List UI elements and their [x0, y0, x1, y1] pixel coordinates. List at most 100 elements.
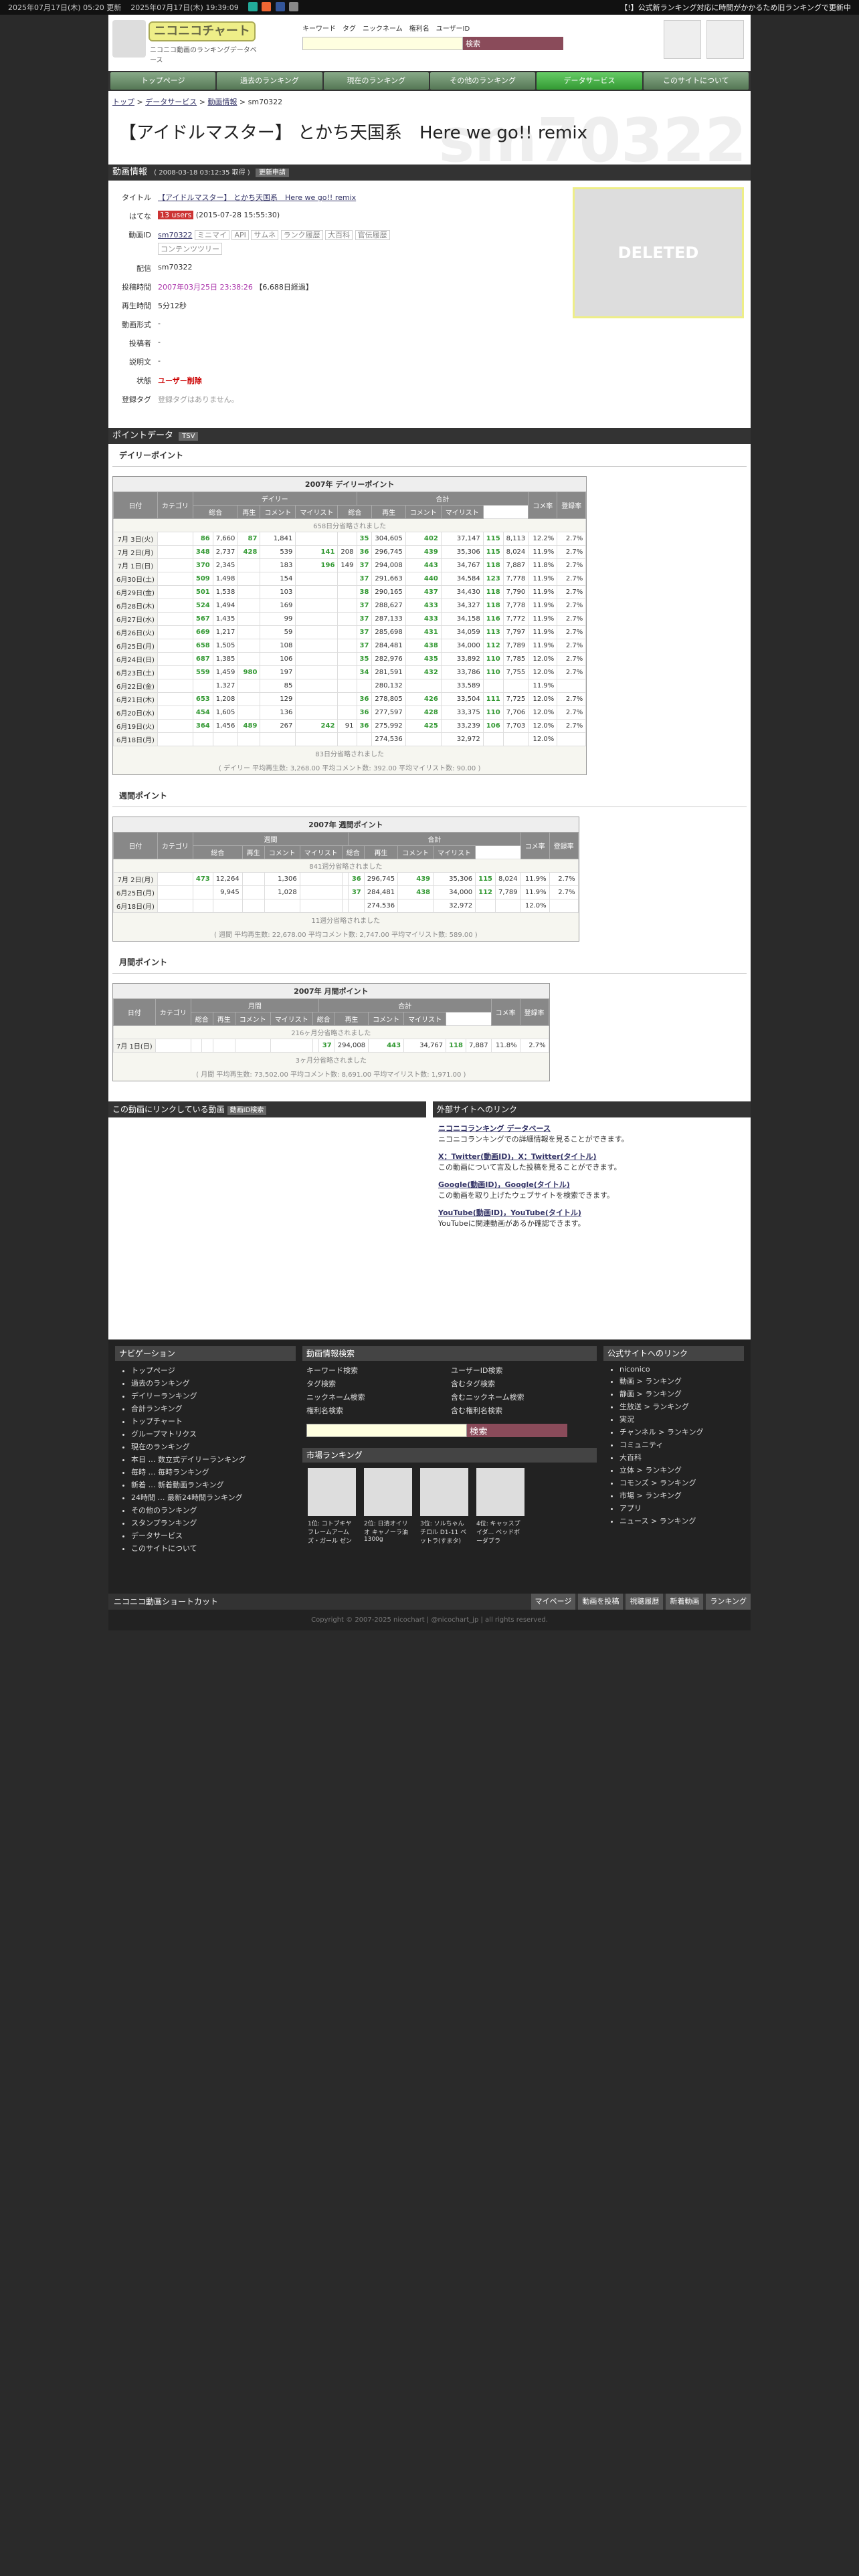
cell-0[interactable]: 6月23日(土) [113, 665, 158, 679]
official-link[interactable]: コモンズ > ランキング [619, 1477, 744, 1488]
search-type-link[interactable]: 含むニックネーム検索 [451, 1392, 593, 1402]
tsv-button[interactable]: TSV [179, 432, 199, 441]
notice-text[interactable]: 【!】公式新ランキング対応に時間がかかるため旧ランキングで更新中 [620, 2, 851, 13]
search-type-link[interactable]: キーワード検索 [306, 1365, 448, 1376]
official-link[interactable]: niconico [619, 1365, 744, 1374]
id-tag-api[interactable]: API [231, 230, 249, 240]
nav-item[interactable]: データサービス [131, 1530, 296, 1541]
nav-current-ranking[interactable]: 現在のランキング [323, 72, 429, 90]
header-thumb-1[interactable] [664, 20, 701, 59]
video-title-link[interactable]: 【アイドルマスター】 とかち天国系 Here we go!! remix [158, 193, 356, 202]
search-kind-rights[interactable]: 権利名 [409, 23, 430, 33]
market-item[interactable]: 4位: キャッスプ イダ... ベッドポーダブラ [476, 1468, 524, 1545]
search-kind-nickname[interactable]: ニックネーム [363, 23, 403, 33]
nav-item[interactable]: トップチャート [131, 1416, 296, 1426]
cell-0[interactable]: 6月19日(火) [113, 719, 158, 733]
cell-0[interactable]: 6月25日(月) [113, 639, 158, 653]
footer-search-button[interactable]: 検索 [467, 1424, 567, 1437]
link-icon[interactable] [289, 1, 299, 11]
cell-0[interactable]: 6月22日(金) [113, 679, 158, 693]
cell-0[interactable]: 6月20日(水) [113, 706, 158, 720]
nav-item[interactable]: その他のランキング [131, 1505, 296, 1515]
official-link[interactable]: ニュース > ランキング [619, 1515, 744, 1526]
id-tag-minimai[interactable]: ミニマイ [194, 230, 229, 240]
video-id-search-button[interactable]: 動画ID検索 [227, 1106, 267, 1115]
hatena-users-badge[interactable]: 13 users [158, 211, 194, 219]
shortcut-link[interactable]: 新着動画 [666, 1594, 704, 1610]
search-button[interactable]: 検索 [463, 37, 563, 50]
hatena-icon[interactable] [275, 1, 285, 11]
cell-0[interactable]: 6月28日(木) [113, 599, 158, 613]
cell-0[interactable]: 6月27日(水) [113, 612, 158, 626]
video-thumbnail[interactable]: DELETED [573, 187, 744, 318]
nav-item[interactable]: 24時間 … 最新24時間ランキング [131, 1492, 296, 1503]
id-tag-thumb[interactable]: サムネ [251, 230, 279, 240]
nav-item[interactable]: トップページ [131, 1365, 296, 1376]
nav-item[interactable]: 本日 … 数立式デイリーランキング [131, 1454, 296, 1465]
breadcrumb-video-info[interactable]: 動画情報 [207, 98, 237, 106]
official-link[interactable]: 立体 > ランキング [619, 1465, 744, 1475]
search-input[interactable] [302, 37, 463, 50]
ext-link-twitter[interactable]: X：Twitter(動画ID)，X：Twitter(タイトル) [438, 1152, 597, 1161]
id-tag-content-tree[interactable]: コンテンツツリー [158, 243, 222, 255]
footer-search-input[interactable] [306, 1424, 467, 1437]
shortcut-link[interactable]: マイページ [531, 1594, 576, 1610]
id-tag-encyclopedia[interactable]: 大百科 [325, 230, 353, 240]
nav-top[interactable]: トップページ [110, 72, 216, 90]
nav-data-service[interactable]: データサービス [537, 72, 642, 90]
nav-item[interactable]: 毎時 … 毎時ランキング [131, 1467, 296, 1477]
market-item[interactable]: 1位: コトブキヤ フレームアームズ・ガール ゼン [308, 1468, 356, 1545]
cell-0[interactable]: 7月 3日(火) [113, 532, 158, 546]
cell-0[interactable]: 6月25日(月) [113, 885, 158, 899]
ext-link-youtube[interactable]: YouTube(動画ID)，YouTube(タイトル) [438, 1208, 581, 1217]
nav-item[interactable]: 新着 … 新着動画ランキング [131, 1479, 296, 1490]
nav-item[interactable]: グループマトリクス [131, 1428, 296, 1439]
official-link[interactable]: 実況 [619, 1414, 744, 1424]
search-type-link[interactable]: 含む権利名検索 [451, 1405, 593, 1416]
rss-icon[interactable] [262, 1, 272, 11]
nav-item[interactable]: 合計ランキング [131, 1403, 296, 1414]
cell-0[interactable]: 7月 2日(月) [113, 872, 158, 886]
ext-link-google[interactable]: Google(動画ID)，Google(タイトル) [438, 1180, 570, 1189]
nav-item[interactable]: このサイトについて [131, 1543, 296, 1553]
nav-item[interactable]: 過去のランキング [131, 1378, 296, 1388]
id-tag-ad-history[interactable]: 官伝履歴 [355, 230, 390, 240]
search-kind-keyword[interactable]: キーワード [302, 23, 336, 33]
cell-0[interactable]: 7月 2日(月) [113, 545, 158, 559]
update-request-button[interactable]: 更新申請 [255, 169, 289, 177]
market-item[interactable]: 2位: 日清オイリオ キャノーラ油 1300g [364, 1468, 412, 1545]
search-kind-tag[interactable]: タグ [343, 23, 356, 33]
cell-0[interactable]: 6月30日(土) [113, 572, 158, 586]
search-type-link[interactable]: ニックネーム検索 [306, 1392, 448, 1402]
ext-link-nicorank[interactable]: ニコニコランキング データベース [438, 1124, 551, 1133]
cell-0[interactable]: 6月24日(日) [113, 652, 158, 666]
market-item[interactable]: 3位: ソルちゃん チロル D1-11 ベットラ(すまタ) [420, 1468, 468, 1545]
cell-0[interactable]: 7月 1日(日) [113, 1039, 156, 1053]
official-link[interactable]: コミュニティ [619, 1439, 744, 1450]
shortcut-link[interactable]: 視聴履歴 [626, 1594, 664, 1610]
video-id-link[interactable]: sm70322 [158, 231, 192, 239]
search-kind-userid[interactable]: ユーザーID [436, 23, 470, 33]
nav-about[interactable]: このサイトについて [643, 72, 749, 90]
cell-0[interactable]: 6月18日(月) [113, 899, 158, 913]
id-tag-rank-history[interactable]: ランク履歴 [280, 230, 323, 240]
cell-0[interactable]: 6月26日(火) [113, 625, 158, 639]
nav-item[interactable]: スタンプランキング [131, 1517, 296, 1528]
nav-item[interactable]: デイリーランキング [131, 1390, 296, 1401]
shortcut-link[interactable]: 動画を投稿 [578, 1594, 624, 1610]
search-type-link[interactable]: 含むタグ検索 [451, 1378, 593, 1389]
search-type-link[interactable]: ユーザーID検索 [451, 1365, 593, 1376]
cell-0[interactable]: 6月18日(月) [113, 732, 158, 746]
site-logo[interactable]: ニコニコチャート ニコニコ動画のランキングデータベース [112, 20, 260, 64]
breadcrumb-top[interactable]: トップ [112, 98, 134, 106]
search-type-link[interactable]: タグ検索 [306, 1378, 448, 1389]
official-link[interactable]: 生放送 > ランキング [619, 1401, 744, 1412]
official-link[interactable]: 大百科 [619, 1452, 744, 1463]
official-link[interactable]: 市場 > ランキング [619, 1490, 744, 1501]
twitter-icon[interactable] [248, 1, 258, 11]
nav-other-ranking[interactable]: その他のランキング [430, 72, 536, 90]
nav-past-ranking[interactable]: 過去のランキング [217, 72, 322, 90]
official-link[interactable]: 静画 > ランキング [619, 1388, 744, 1399]
cell-0[interactable]: 6月29日(金) [113, 585, 158, 599]
official-link[interactable]: 動画 > ランキング [619, 1376, 744, 1386]
